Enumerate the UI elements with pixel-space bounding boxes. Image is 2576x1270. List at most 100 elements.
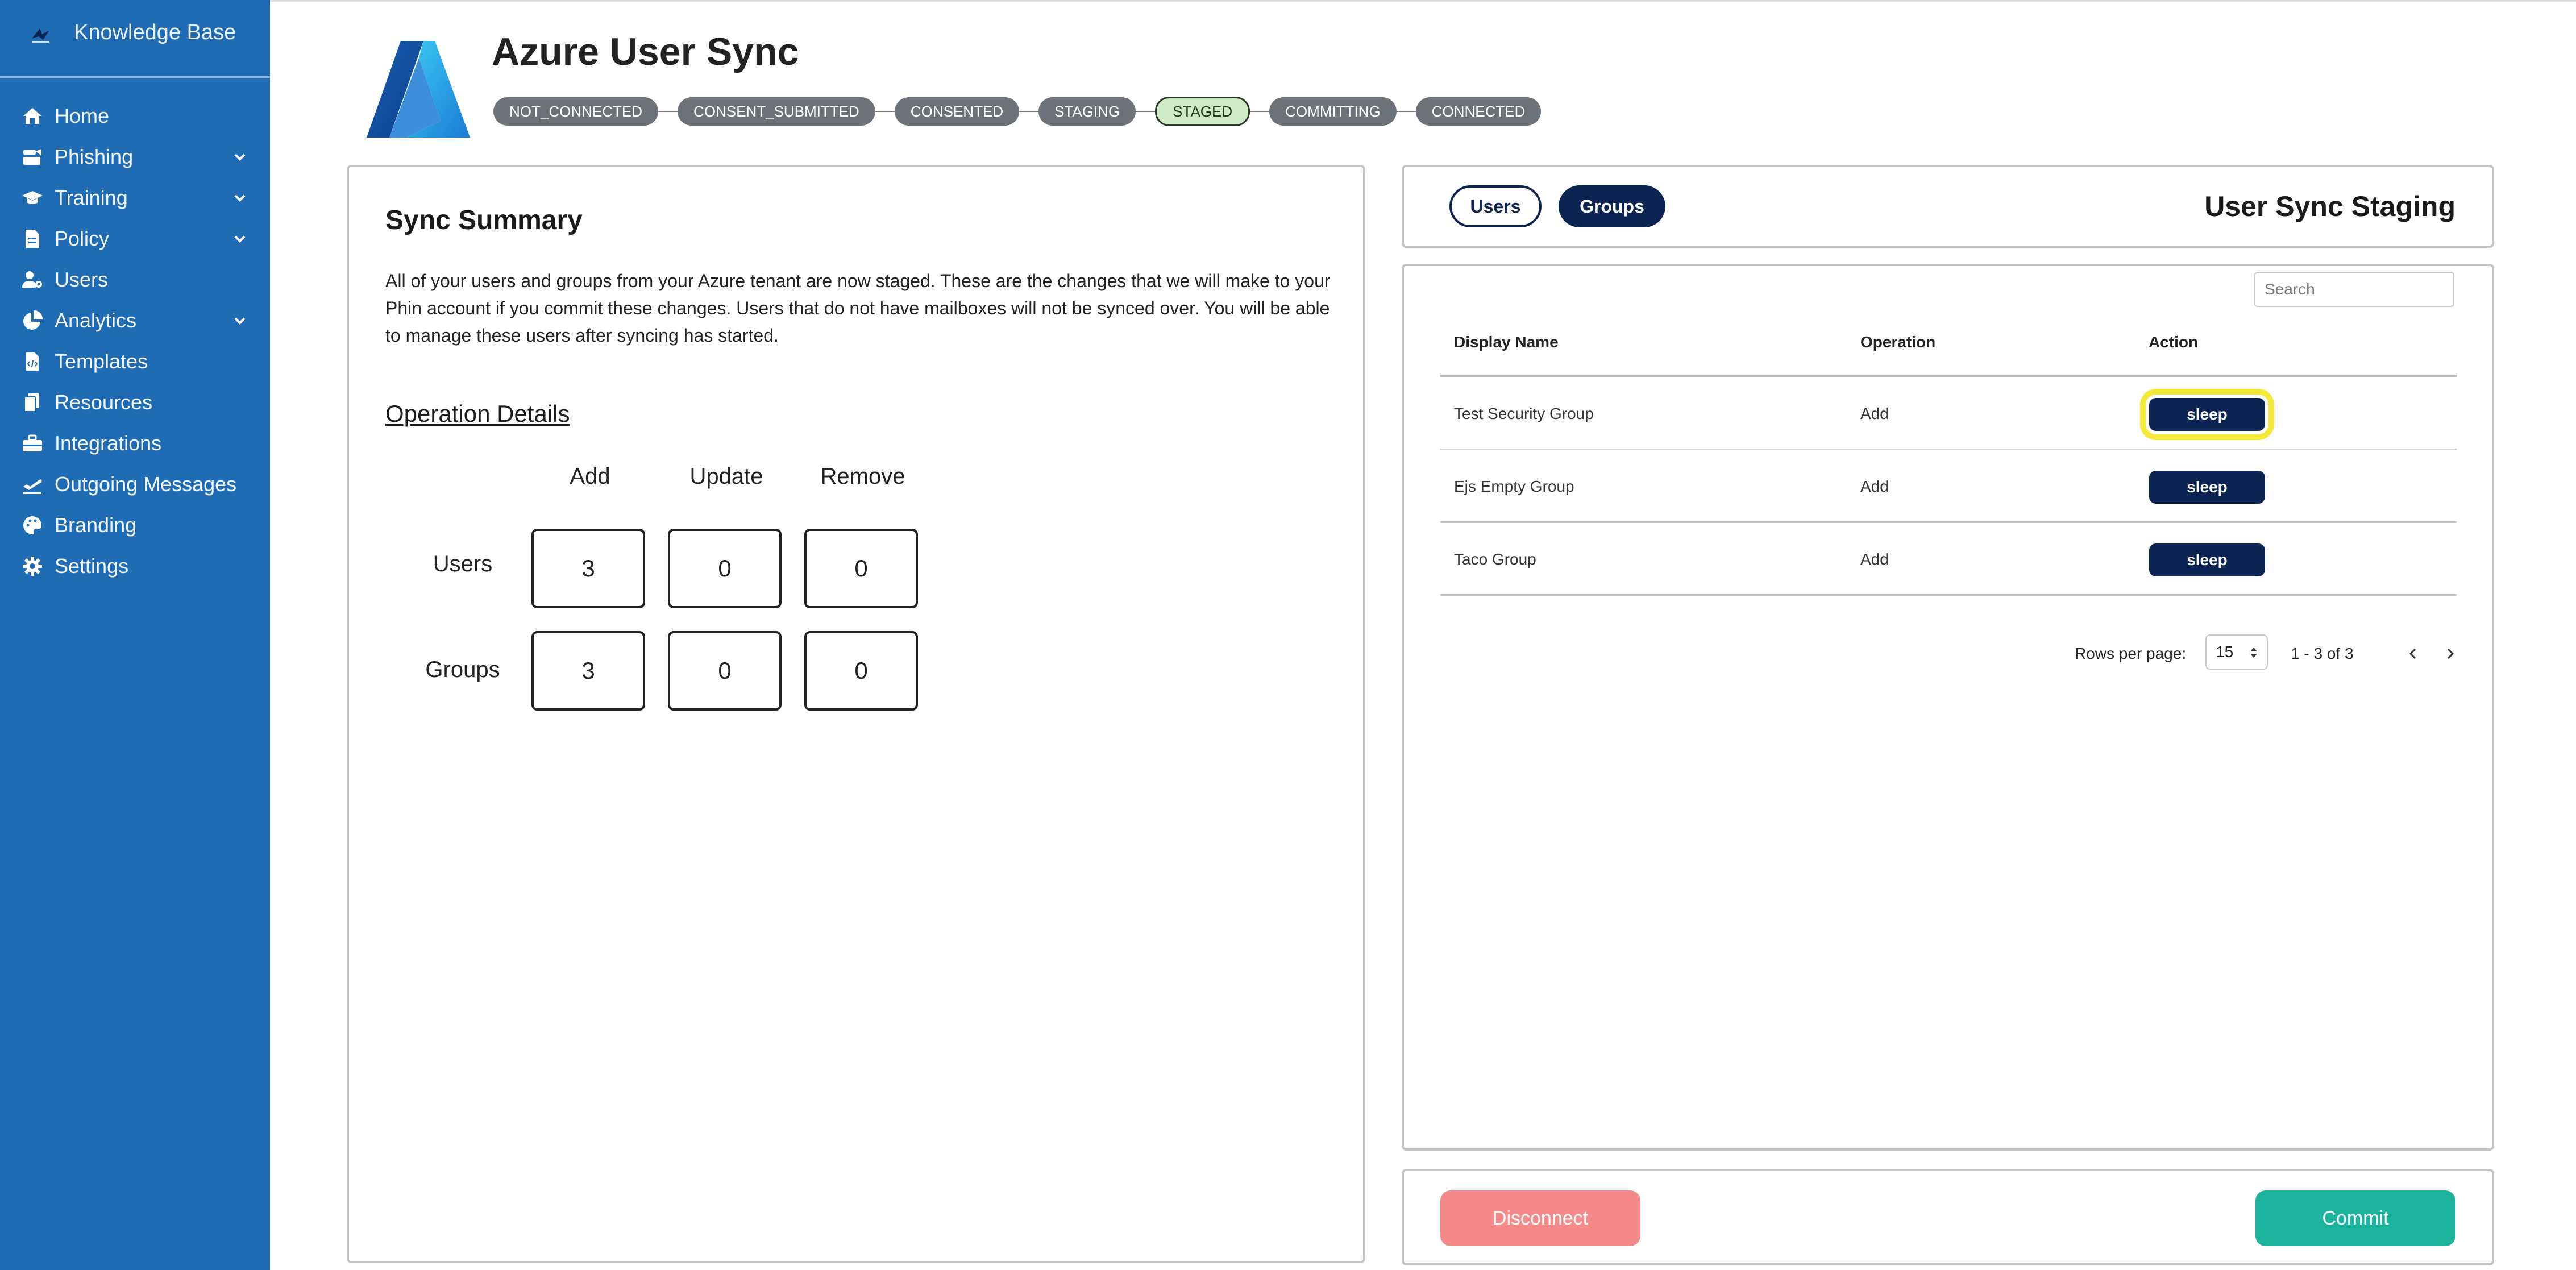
sleep-button[interactable]: sleep — [2149, 471, 2265, 504]
row-header-users: Users — [433, 551, 493, 576]
column-header-action[interactable]: Action — [2149, 333, 2198, 351]
step-connector — [658, 111, 678, 112]
table-row: Test Security Group Add sleep — [1440, 377, 2457, 450]
column-header-add: Add — [570, 464, 610, 489]
sync-status-stepper: NOT_CONNECTED CONSENT_SUBMITTED CONSENTE… — [493, 95, 1542, 128]
top-divider — [0, 0, 2576, 2]
group-operation: Add — [1860, 550, 1889, 568]
rows-per-page-value: 15 — [2216, 643, 2234, 661]
toolbox-icon — [20, 431, 44, 455]
sidebar-item-home[interactable]: Home — [0, 96, 270, 136]
step-connected: CONNECTED — [1415, 97, 1542, 126]
group-operation: Add — [1860, 405, 1889, 422]
phishing-icon — [20, 145, 44, 169]
row-header-groups: Groups — [425, 657, 500, 682]
sidebar-item-label: Training — [55, 186, 128, 209]
search-input[interactable] — [2254, 272, 2454, 307]
groups-remove-count: 0 — [804, 631, 918, 711]
sidebar-item-analytics[interactable]: Analytics — [0, 300, 270, 341]
table-row: Taco Group Add sleep — [1440, 523, 2457, 596]
staging-title: User Sync Staging — [2204, 190, 2455, 222]
table-row: Ejs Empty Group Add sleep — [1440, 450, 2457, 523]
step-consented: CONSENTED — [894, 97, 1020, 126]
sidebar-item-settings[interactable]: Settings — [0, 546, 270, 587]
rows-per-page-label: Rows per page: — [2075, 645, 2187, 662]
chevron-down-icon[interactable] — [231, 312, 248, 329]
sidebar-item-outgoing-messages[interactable]: Outgoing Messages — [0, 464, 270, 505]
actions-panel: Disconnect Commit — [1402, 1169, 2494, 1265]
sidebar-item-integrations[interactable]: Integrations — [0, 423, 270, 464]
column-header-remove: Remove — [820, 464, 905, 489]
azure-logo-icon — [367, 41, 470, 138]
commit-button[interactable]: Commit — [2255, 1190, 2455, 1246]
sidebar-item-branding[interactable]: Branding — [0, 505, 270, 546]
sync-summary-title: Sync Summary — [385, 205, 583, 235]
chevron-down-icon[interactable] — [231, 230, 248, 247]
sidebar-item-label: Resources — [55, 391, 153, 414]
pie-chart-icon — [20, 309, 44, 333]
step-connector — [875, 111, 895, 112]
sidebar-item-training[interactable]: Training — [0, 177, 270, 218]
sleep-button[interactable]: sleep — [2149, 543, 2265, 576]
sleep-button[interactable]: sleep — [2149, 398, 2265, 431]
sidebar-item-label: Policy — [55, 227, 110, 250]
group-operation: Add — [1860, 478, 1889, 495]
step-consent-submitted: CONSENT_SUBMITTED — [678, 97, 875, 126]
sidebar-item-phishing[interactable]: Phishing — [0, 136, 270, 177]
sidebar-item-users[interactable]: Users — [0, 259, 270, 300]
chevron-right-icon[interactable] — [2440, 644, 2460, 664]
sidebar-item-label: Templates — [55, 350, 148, 373]
users-remove-count: 0 — [804, 529, 918, 608]
step-connector — [1396, 111, 1416, 112]
step-connector — [1019, 111, 1039, 112]
sidebar-item-label: Outgoing Messages — [55, 472, 237, 496]
step-staged: STAGED — [1155, 97, 1250, 126]
pagination-range: 1 - 3 of 3 — [2291, 645, 2354, 662]
groups-update-count: 0 — [668, 631, 782, 711]
disconnect-button[interactable]: Disconnect — [1440, 1190, 1640, 1246]
page-title: Azure User Sync — [492, 30, 799, 73]
sidebar-item-label: Settings — [55, 554, 129, 578]
sidebar-item-policy[interactable]: Policy — [0, 218, 270, 259]
users-gear-icon — [20, 268, 44, 292]
step-staging: STAGING — [1038, 97, 1136, 126]
home-icon — [20, 104, 44, 128]
chevron-down-icon[interactable] — [231, 189, 248, 206]
sidebar-item-templates[interactable]: Templates — [0, 341, 270, 382]
tab-groups[interactable]: Groups — [1559, 185, 1665, 227]
sidebar-item-resources[interactable]: Resources — [0, 382, 270, 423]
chevron-left-icon[interactable] — [2403, 644, 2424, 664]
sync-summary-panel: Sync Summary All of your users and group… — [347, 165, 1365, 1263]
column-header-update: Update — [689, 464, 763, 489]
sidebar-item-label: Branding — [55, 513, 137, 537]
chevron-down-icon[interactable] — [231, 148, 248, 165]
column-header-operation[interactable]: Operation — [1860, 333, 1935, 351]
brand-name: Knowledge Base — [74, 20, 236, 44]
sync-summary-text: All of your users and groups from your A… — [385, 271, 1331, 346]
step-not-connected: NOT_CONNECTED — [493, 97, 659, 126]
sort-arrows-icon — [2250, 648, 2257, 658]
sidebar-item-label: Phishing — [55, 145, 134, 168]
tab-users[interactable]: Users — [1449, 185, 1542, 227]
sidebar-item-label: Home — [55, 104, 110, 127]
groups-add-count: 3 — [531, 631, 645, 711]
users-add-count: 3 — [531, 529, 645, 608]
step-connector — [1250, 111, 1270, 112]
users-update-count: 0 — [668, 529, 782, 608]
step-committing: COMMITTING — [1269, 97, 1397, 126]
plane-departure-icon — [20, 472, 44, 496]
brand-logo-icon — [32, 28, 49, 43]
operation-details-title: Operation Details — [385, 400, 570, 427]
sidebar-item-label: Integrations — [55, 431, 162, 455]
column-header-display-name[interactable]: Display Name — [1454, 333, 1559, 351]
copy-icon — [20, 391, 44, 414]
sidebar-item-label: Analytics — [55, 309, 137, 332]
sidebar-item-label: Users — [55, 268, 109, 291]
staging-header-panel: Users Groups User Sync Staging — [1402, 165, 2494, 248]
rows-per-page-select[interactable]: 15 — [2205, 634, 2268, 670]
brand[interactable]: Knowledge Base — [0, 0, 270, 78]
code-file-icon — [20, 350, 44, 373]
gear-icon — [20, 554, 44, 578]
group-name: Ejs Empty Group — [1454, 478, 1574, 495]
sidebar-nav: Home Phishing Training Policy Users Anal… — [0, 96, 270, 587]
